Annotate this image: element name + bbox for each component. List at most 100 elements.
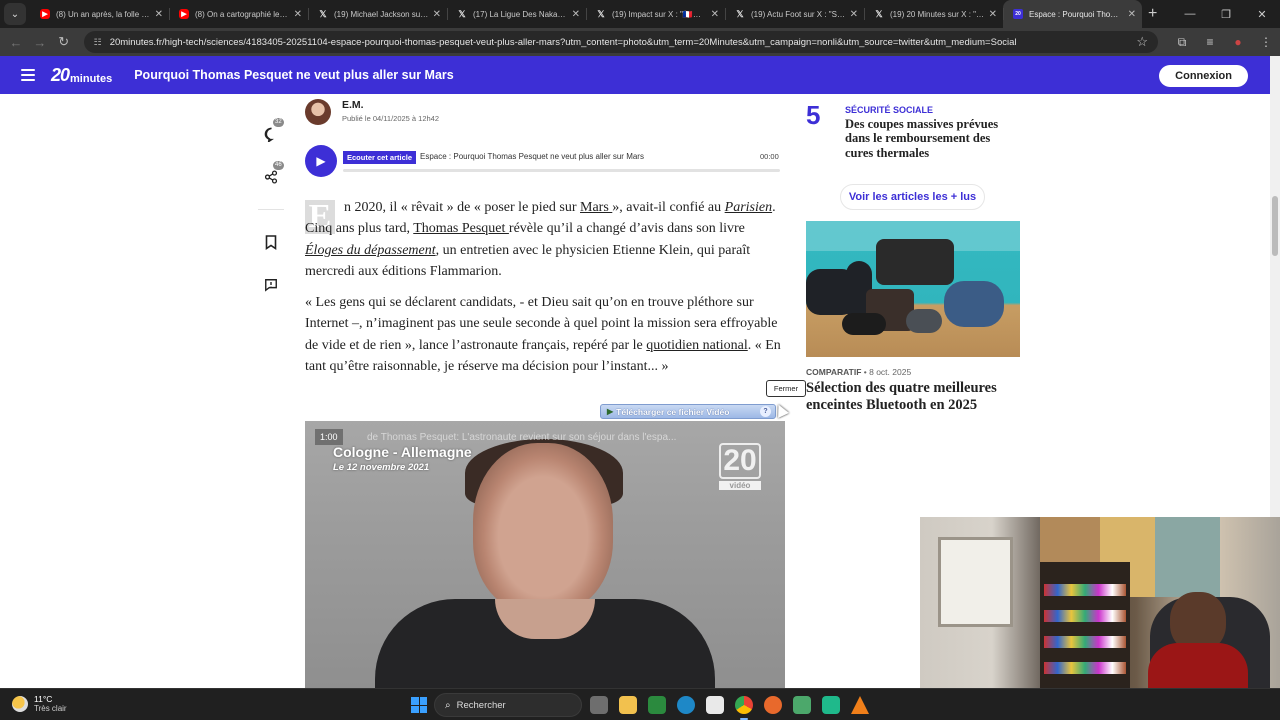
p1-text-4: révèle qu’il a changé d’avis dans son li… [508,221,745,237]
tab-label: (19) Actu Foot sur X : "STA… [751,9,846,19]
card-date: • 8 oct. 2025 [863,367,912,377]
tabs: ▶ (8) Un an après, la folle h… ✕ ▶ (8) On a … [30,0,1142,28]
share-button[interactable]: 46 [262,161,284,186]
tab-close-icon[interactable]: ✕ [711,9,719,20]
link-quotidien-national[interactable]: quotidien national [646,338,747,353]
webcam-shelf [1040,562,1130,688]
save-article-button[interactable] [262,233,280,251]
20minutes-icon: 20 [1013,9,1023,19]
nvidia-icon[interactable] [648,696,666,714]
store-icon[interactable] [706,696,724,714]
browser-tab[interactable]: 20 Espace : Pourquoi Thoma… ✕ [1003,0,1142,28]
youtube-icon: ▶ [40,9,50,19]
play-icon: ▶ [316,154,326,168]
windows-start-icon[interactable] [411,697,427,713]
publication-date: Publié le 04/11/2025 à 12h42 [342,114,440,123]
most-read-category[interactable]: SÉCURITÉ SOCIALE [845,105,933,115]
weather-description: Très clair [34,704,67,713]
rail-divider [258,209,284,210]
extensions-icon[interactable]: ⧉ [1168,35,1196,50]
browser-tab[interactable]: 𝕏 (19) Michael Jackson sur X… ✕ [308,0,447,28]
app-icon[interactable] [822,696,840,714]
tab-close-icon[interactable]: ✕ [1128,9,1136,20]
logo-word: minutes [70,72,113,85]
tab-close-icon[interactable]: ✕ [433,9,441,20]
chrome-icon[interactable] [735,696,753,720]
login-button[interactable]: Connexion [1159,65,1248,87]
vlc-icon[interactable] [851,696,869,714]
video-player[interactable]: 1:00 de Thomas Pesquet: L'astronaute rev… [305,421,785,688]
taskbar-search[interactable]: ⌕ Rechercher [434,693,582,717]
forward-button[interactable]: → [28,35,52,50]
article-paragraph-1: n 2020, il « rêvait » de « poser le pied… [305,197,783,282]
edge-icon[interactable] [677,696,695,714]
play-icon: ▶ [607,407,614,416]
scrollbar-thumb[interactable] [1272,196,1278,256]
profile-icon[interactable]: ● [1224,35,1252,50]
card-category[interactable]: COMPARATIF [806,367,861,377]
tab-label: Espace : Pourquoi Thoma… [1029,9,1124,19]
bookmark-icon [265,234,277,250]
speaker-shape [906,309,942,333]
tab-close-icon[interactable]: ✕ [989,9,997,20]
hamburger-menu-icon[interactable] [21,69,35,81]
new-tab-button[interactable]: + [1148,5,1157,23]
audio-play-button[interactable]: ▶ [305,145,337,177]
site-logo[interactable]: 20 minutes [51,65,112,86]
most-read-title[interactable]: Des coupes massives prévues dans le remb… [845,117,1020,160]
browser-tab[interactable]: ▶ (8) Un an après, la folle h… ✕ [30,0,169,28]
p1-text-1: n 2020, il « rêvait » de « poser le pied… [344,200,581,215]
help-icon[interactable]: ? [760,406,771,417]
restore-icon[interactable]: ❐ [1208,8,1244,21]
window-controls: — ❐ ✕ [1172,0,1280,28]
link-mars[interactable]: Mars [580,200,612,215]
link-parisien[interactable]: Parisien [725,200,772,215]
tab-close-icon[interactable]: ✕ [294,9,302,20]
task-view-icon[interactable] [590,696,608,714]
download-video-button[interactable]: ▶ Télécharger ce fichier Vidéo ? [600,404,776,419]
minimize-icon[interactable]: — [1172,8,1208,20]
app-icon[interactable] [793,696,811,714]
tab-label: (8) On a cartographié les … [195,9,290,19]
back-button[interactable]: ← [4,35,28,50]
weather-widget[interactable]: 11°C Très clair [12,694,67,714]
tab-close-icon[interactable]: ✕ [155,9,163,20]
file-explorer-icon[interactable] [619,696,637,714]
video-date: Le 12 novembre 2021 [333,462,430,473]
menu-icon[interactable]: ⋮ [1252,35,1280,50]
report-button[interactable] [262,276,280,294]
address-bar[interactable]: ☷ 20minutes.fr/high-tech/sciences/418340… [83,31,1158,53]
card-title[interactable]: Sélection des quatre meilleures enceinte… [806,380,1020,414]
share-icon [264,170,278,184]
see-most-read-button[interactable]: Voir les articles les + lus [840,184,985,210]
browser-tab[interactable]: 𝕏 (17) La Ligue Des Nakam… ✕ [447,0,586,28]
speaker-shape [944,281,1004,327]
tab-search-button[interactable]: ⌄ [4,3,26,25]
comments-button[interactable]: 32 [262,118,284,143]
browser-tab[interactable]: 𝕏 (19) 20 Minutes sur X : "… ✕ [864,0,1003,28]
author-avatar[interactable] [305,99,331,125]
logo-number: 20 [51,64,70,85]
watermark-number: 20 [719,443,761,479]
firefox-icon[interactable] [764,696,782,714]
site-info-icon[interactable]: ☷ [94,37,102,48]
link-thomas-pesquet[interactable]: Thomas Pesquet [413,221,509,236]
tab-close-icon[interactable]: ✕ [850,9,858,20]
feedback-icon [265,279,277,292]
close-window-icon[interactable]: ✕ [1244,8,1280,21]
webcam-poster [1155,517,1220,597]
share-count: 46 [273,161,284,170]
link-book[interactable]: Éloges du dépassement [305,243,436,258]
author-name[interactable]: E.M. [342,99,364,111]
card-image[interactable] [806,221,1020,357]
tab-close-icon[interactable]: ✕ [572,9,580,20]
audio-progress-bar[interactable] [343,169,780,172]
browser-tab[interactable]: ▶ (8) On a cartographié les … ✕ [169,0,308,28]
video-watermark: 20 vidéo [719,443,761,490]
bookmark-star-icon[interactable]: ☆ [1136,34,1148,50]
reload-button[interactable]: ↻ [52,34,76,50]
media-icon[interactable]: ≡ [1196,35,1224,50]
browser-toolbar: ← → ↻ ☷ 20minutes.fr/high-tech/sciences/… [0,28,1280,56]
browser-tab[interactable]: 𝕏 (19) Actu Foot sur X : "STA… ✕ [725,0,864,28]
browser-tab[interactable]: 𝕏 (19) Impact sur X : "🇫🇷🔍… ✕ [586,0,725,28]
